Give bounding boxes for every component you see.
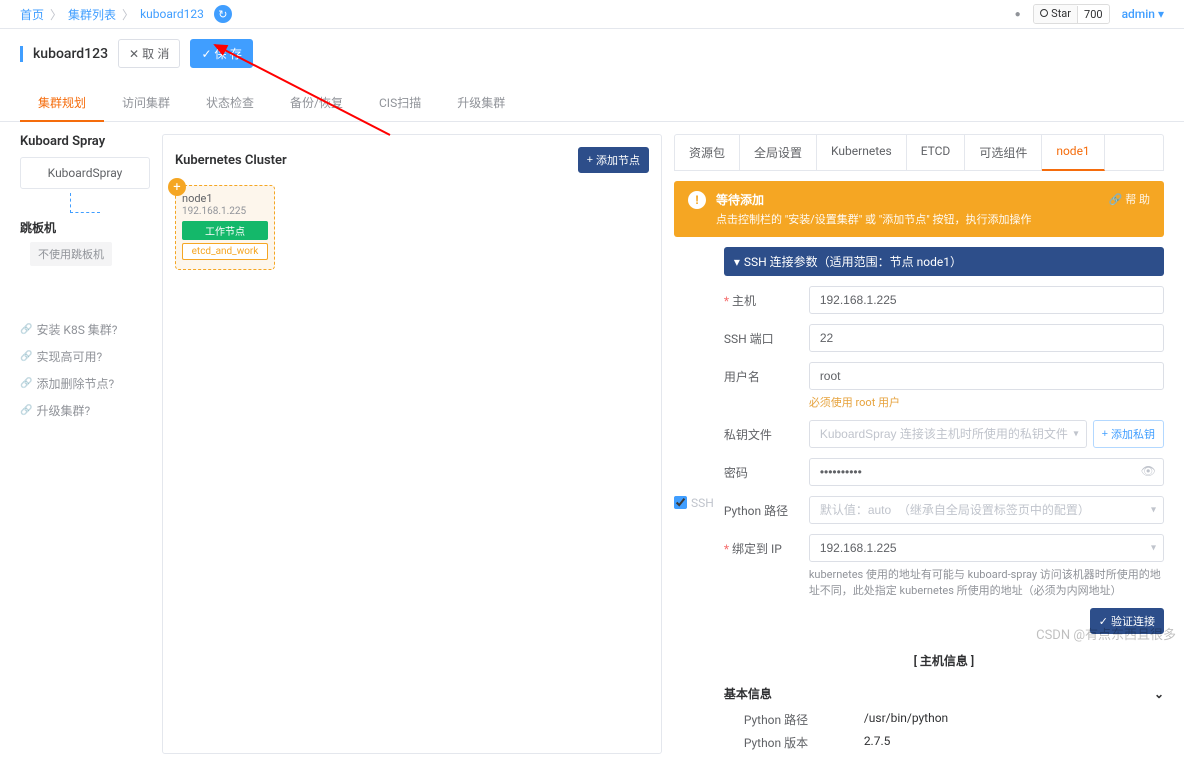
validate-button[interactable]: ✓ 验证连接 — [1090, 608, 1164, 634]
breadcrumb-home[interactable]: 首页 — [20, 6, 44, 23]
breadcrumb-list[interactable]: 集群列表 — [68, 6, 116, 23]
label-bindip: 绑定到 IP — [724, 534, 809, 557]
chevron-down-icon: ▾ — [734, 255, 740, 269]
node-add-icon[interactable]: + — [168, 178, 186, 196]
github-badge[interactable]: ⭘ Star 700 — [1033, 4, 1110, 24]
breadcrumb-current[interactable]: kuboard123 — [140, 7, 204, 21]
info-python-path-label: Python 路径 — [724, 711, 864, 728]
tab-global[interactable]: 全局设置 — [740, 135, 817, 170]
label-password: 密码 — [724, 458, 809, 481]
tab-plan[interactable]: 集群规划 — [20, 84, 104, 121]
sidebar-item-spray[interactable]: KuboardSpray — [20, 157, 150, 189]
ssh-section-header[interactable]: ▾ SSH 连接参数（适用范围：节点 node1） — [724, 247, 1164, 276]
node-card[interactable]: + node1 192.168.1.225 工作节点 etcd_and_work — [175, 185, 275, 270]
jumpbox-title: 跳板机 — [20, 219, 150, 236]
input-port[interactable] — [809, 324, 1164, 352]
host-info-header: [ 主机信息 ] — [724, 642, 1164, 679]
add-node-button[interactable]: + 添加节点 — [578, 147, 649, 173]
label-user: 用户名 — [724, 362, 809, 385]
label-python: Python 路径 — [724, 496, 809, 519]
input-user[interactable] — [809, 362, 1164, 390]
label-port: SSH 端口 — [724, 324, 809, 347]
status-dot: ● — [1015, 9, 1021, 20]
help-link-upgrade[interactable]: 升级集群? — [20, 397, 150, 424]
github-star-count: 700 — [1077, 6, 1109, 23]
ssh-checkbox[interactable]: SSH — [674, 247, 714, 754]
input-host[interactable] — [809, 286, 1164, 314]
input-password[interactable] — [809, 458, 1164, 486]
save-button[interactable]: ✓ 保 存 — [190, 39, 252, 68]
alert-title: 等待添加 — [716, 191, 1099, 208]
user-menu[interactable]: admin ▾ — [1122, 7, 1164, 21]
tab-access[interactable]: 访问集群 — [104, 84, 188, 121]
help-link-install[interactable]: 安装 K8S 集群? — [20, 316, 150, 343]
tab-node1[interactable]: node1 — [1042, 135, 1104, 171]
tab-upgrade[interactable]: 升级集群 — [439, 84, 523, 121]
select-python[interactable] — [809, 496, 1164, 524]
help-link-nodes[interactable]: 添加删除节点? — [20, 370, 150, 397]
tab-resource[interactable]: 资源包 — [675, 135, 740, 170]
info-python-path-value: /usr/bin/python — [864, 711, 948, 728]
chevron-down-icon: ⌄ — [1154, 687, 1164, 701]
help-bindip: kubernetes 使用的地址有可能与 kuboard-spray 访问该机器… — [809, 566, 1164, 598]
refresh-icon[interactable]: ↻ — [214, 5, 232, 23]
chevron-right-icon: 〉 — [122, 6, 134, 23]
node-tag-worker: 工作节点 — [182, 221, 268, 240]
node-tag-etcd: etcd_and_work — [182, 243, 268, 260]
label-keyfile: 私钥文件 — [724, 420, 809, 443]
alert-help-link[interactable]: 🔗 帮 助 — [1109, 191, 1150, 207]
jumpbox-button[interactable]: 不使用跳板机 — [30, 242, 112, 266]
tab-optional[interactable]: 可选组件 — [965, 135, 1042, 170]
info-python-ver-value: 2.7.5 — [864, 734, 891, 751]
help-link-ha[interactable]: 实现高可用? — [20, 343, 150, 370]
select-bindip[interactable] — [809, 534, 1164, 562]
basic-info-toggle[interactable]: 基本信息⌄ — [724, 679, 1164, 708]
alert-icon: ! — [688, 191, 706, 209]
connector-line — [70, 193, 100, 213]
main-tabs: 集群规划 访问集群 状态检查 备份/恢复 CIS扫描 升级集群 — [0, 84, 1184, 122]
alert-pending: ! 等待添加 点击控制栏的 "安装/设置集群" 或 "添加节点" 按钮，执行添加… — [674, 181, 1164, 237]
cluster-title: Kubernetes Cluster — [175, 153, 287, 168]
tab-backup[interactable]: 备份/恢复 — [272, 84, 361, 121]
info-python-ver-label: Python 版本 — [724, 734, 864, 751]
page-title: kuboard123 — [20, 46, 108, 62]
add-key-button[interactable]: + 添加私钥 — [1093, 420, 1164, 448]
sidebar-title: Kuboard Spray — [20, 134, 150, 149]
eye-icon[interactable]: 👁 — [1141, 464, 1156, 478]
label-host: 主机 — [724, 286, 809, 309]
tab-cis[interactable]: CIS扫描 — [361, 84, 439, 121]
tab-etcd[interactable]: ETCD — [907, 135, 966, 170]
cancel-button[interactable]: ✕ 取 消 — [118, 39, 180, 68]
tab-k8s[interactable]: Kubernetes — [817, 135, 907, 170]
breadcrumb: 首页 〉 集群列表 〉 kuboard123 ↻ — [20, 5, 232, 23]
github-star-label: ⭘ Star — [1034, 5, 1077, 23]
tab-status[interactable]: 状态检查 — [188, 84, 272, 121]
node-name: node1 — [182, 192, 268, 205]
node-ip: 192.168.1.225 — [182, 206, 268, 217]
right-tabs: 资源包 全局设置 Kubernetes ETCD 可选组件 node1 — [674, 134, 1164, 171]
alert-desc: 点击控制栏的 "安装/设置集群" 或 "添加节点" 按钮，执行添加操作 — [716, 211, 1099, 227]
chevron-right-icon: 〉 — [50, 6, 62, 23]
select-keyfile[interactable] — [809, 420, 1087, 448]
help-user: 必须使用 root 用户 — [809, 394, 1164, 410]
